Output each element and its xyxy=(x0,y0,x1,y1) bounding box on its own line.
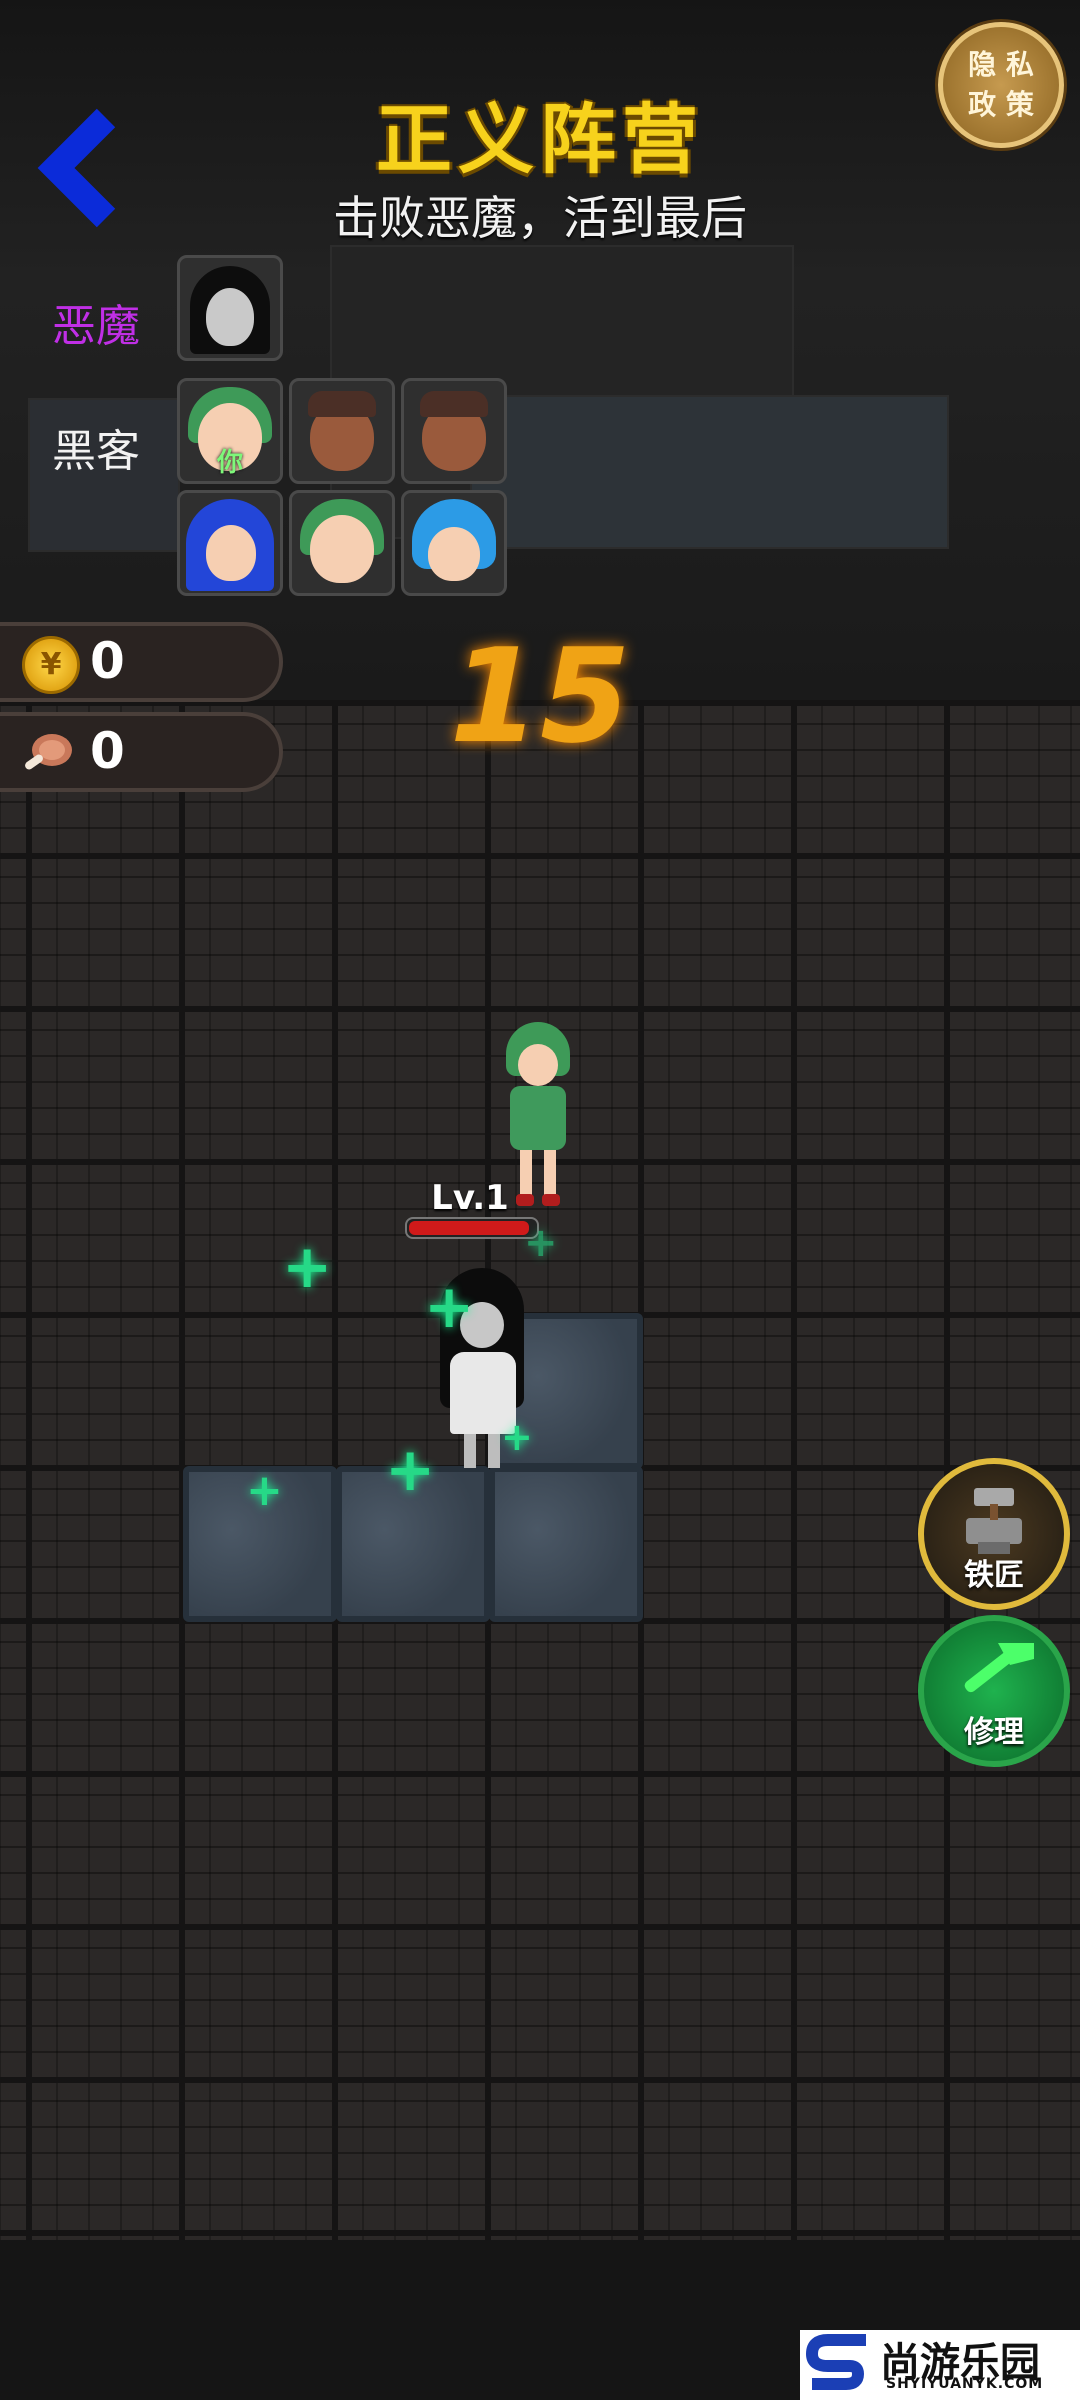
heal-plus-icon: + xyxy=(385,1435,436,1505)
heal-plus-icon: + xyxy=(246,1465,283,1516)
watermark-domain: SHYIYUANYK.COM xyxy=(886,2376,1044,2392)
meat-count: 0 xyxy=(90,722,125,780)
blacksmith-button[interactable]: 铁匠 xyxy=(918,1458,1070,1610)
enemy-level-label: Lv.1 xyxy=(431,1178,509,1218)
heal-plus-icon: + xyxy=(524,1220,558,1266)
coin-icon: ¥ xyxy=(22,636,80,694)
you-label: 你 xyxy=(216,448,243,478)
repair-label: 修理 xyxy=(964,1715,1024,1750)
hammer-icon xyxy=(964,1643,1034,1693)
stone-block xyxy=(489,1466,643,1622)
coin-counter: ¥ 0 xyxy=(0,622,283,702)
heal-plus-icon: + xyxy=(282,1232,333,1302)
meat-counter: 0 xyxy=(0,712,283,792)
privacy-policy-button[interactable]: 隐 私 政 策 xyxy=(938,22,1064,148)
privacy-label-line2: 政 策 xyxy=(968,88,1034,121)
enemy-hp-bar xyxy=(405,1217,539,1239)
anvil-hammer-icon xyxy=(966,1488,1022,1554)
heal-plus-icon: + xyxy=(424,1272,475,1342)
countdown-timer: 15 xyxy=(449,620,631,772)
coin-count: 0 xyxy=(90,632,125,690)
heal-plus-icon: + xyxy=(501,1415,533,1459)
page-title: 正义阵营 xyxy=(376,95,704,184)
avatar-blue-hair-girl xyxy=(177,490,283,596)
privacy-label-line1: 隐 私 xyxy=(968,48,1034,81)
demon-team-label: 恶魔 xyxy=(52,301,140,352)
avatar-hat-man xyxy=(401,378,507,484)
room-window xyxy=(470,395,949,549)
avatar-demon xyxy=(177,255,283,361)
blacksmith-label: 铁匠 xyxy=(964,1558,1024,1593)
avatar-frog-hood xyxy=(289,490,395,596)
avatar-player-frog: 你 xyxy=(177,378,283,484)
enemy-hp-fill xyxy=(409,1221,529,1235)
avatar-cyan-hair-girl xyxy=(401,490,507,596)
meat-icon xyxy=(20,728,74,776)
watermark-logo-icon xyxy=(806,2334,866,2390)
avatar-hat-man xyxy=(289,378,395,484)
repair-button[interactable]: 修理 xyxy=(918,1615,1070,1767)
page-subtitle: 击败恶魔，活到最后 xyxy=(333,191,747,245)
hacker-team-label: 黑客 xyxy=(52,426,140,477)
